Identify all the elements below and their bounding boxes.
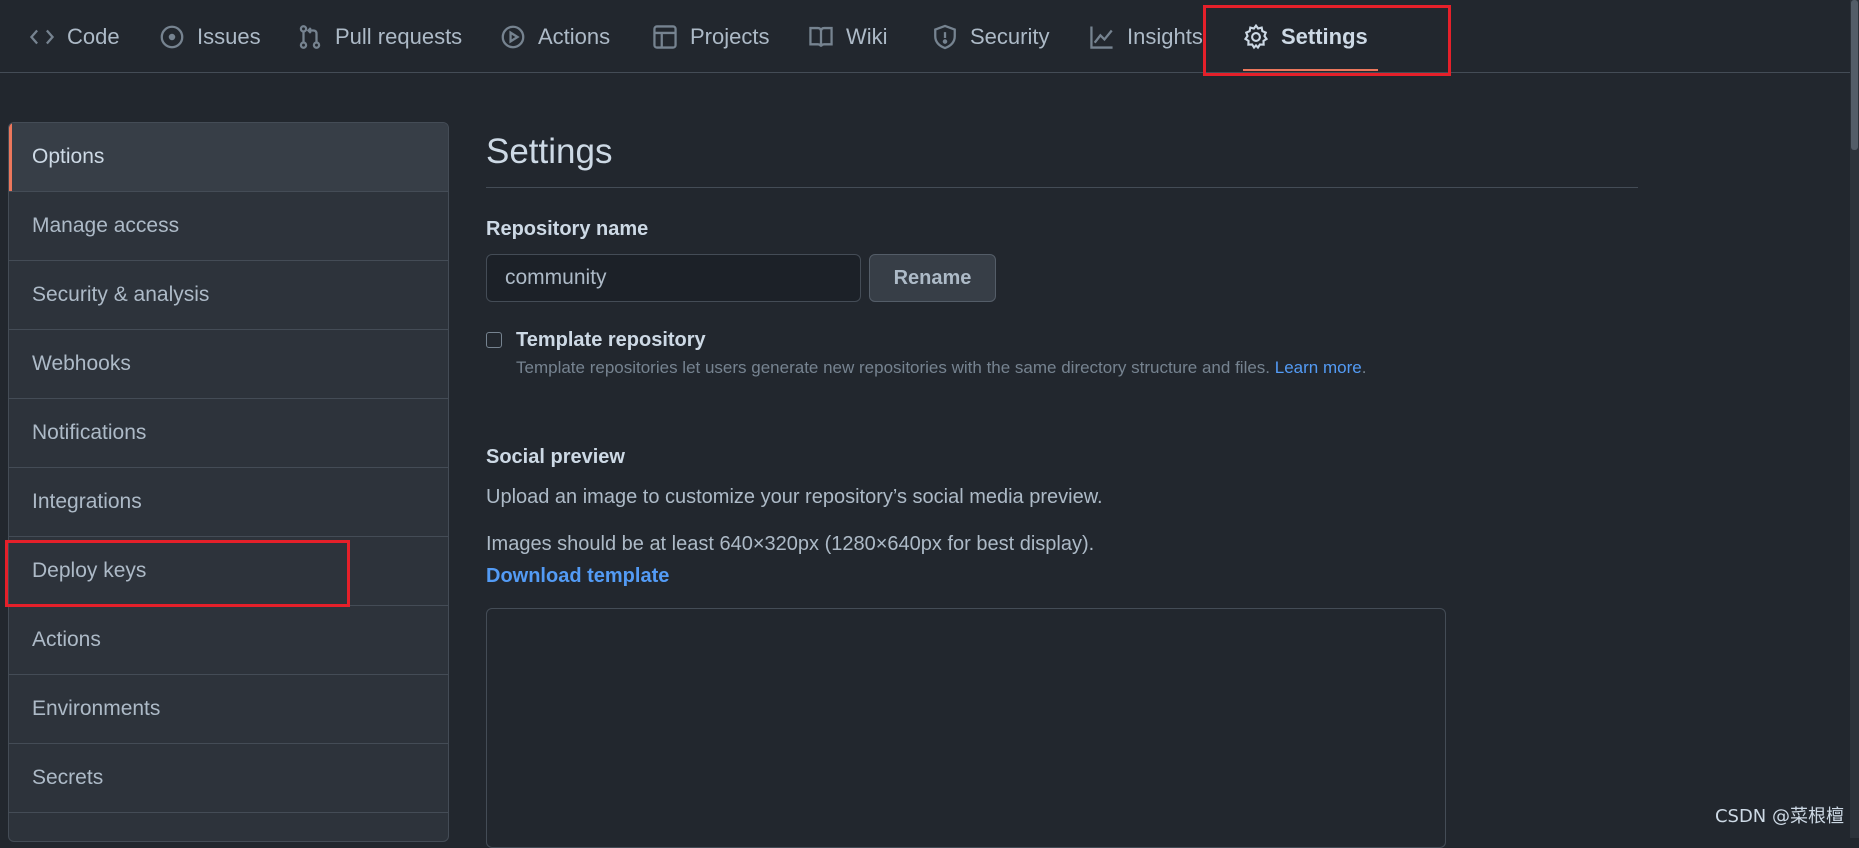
sidebar-item-integrations[interactable]: Integrations: [9, 468, 448, 537]
sidebar-item-security-analysis[interactable]: Security & analysis: [9, 261, 448, 330]
template-note-text: Template repositories let users generate…: [516, 358, 1271, 377]
gear-icon: [1243, 23, 1269, 50]
social-preview-description: Upload an image to customize your reposi…: [486, 486, 1103, 508]
tab-label: Wiki: [846, 23, 888, 49]
tab-label: Actions: [538, 23, 611, 49]
sidebar-item-actions[interactable]: Actions: [9, 606, 448, 675]
learn-more-link[interactable]: Learn more: [1275, 358, 1362, 377]
template-repository-label[interactable]: Template repository: [516, 329, 706, 352]
project-icon: [652, 24, 678, 50]
tab-wiki[interactable]: Wiki: [808, 0, 888, 73]
tab-label: Security: [970, 23, 1050, 49]
graph-icon: [1089, 24, 1115, 50]
sidebar-item-label: Integrations: [32, 490, 142, 513]
settings-sidebar: Options Manage access Security & analysi…: [8, 122, 449, 842]
sidebar-item-label: Actions: [32, 628, 101, 651]
sidebar-item-options[interactable]: Options: [9, 123, 448, 192]
sidebar-item-secrets[interactable]: Secrets: [9, 744, 448, 813]
repo-nav: Code Issues Pull requests Actions Projec…: [0, 0, 1859, 73]
tab-label: Insights: [1127, 23, 1203, 49]
tab-label: Projects: [690, 23, 770, 49]
tab-actions[interactable]: Actions: [500, 0, 610, 73]
social-preview-size-hint: Images should be at least 640×320px (128…: [486, 533, 1095, 555]
sidebar-item-label: Secrets: [32, 766, 104, 789]
sidebar-item-label: Webhooks: [32, 352, 131, 375]
sidebar-item-label: Options: [32, 145, 105, 168]
sidebar-item-deploy-keys[interactable]: Deploy keys: [9, 537, 448, 606]
sidebar-item-label: Manage access: [32, 214, 180, 237]
sidebar-item-webhooks[interactable]: Webhooks: [9, 330, 448, 399]
tab-issues[interactable]: Issues: [159, 0, 261, 73]
repository-name-label: Repository name: [486, 218, 649, 240]
book-icon: [808, 24, 834, 50]
shield-icon: [932, 24, 958, 50]
sidebar-item-manage-access[interactable]: Manage access: [9, 192, 448, 261]
sidebar-item-label: Notifications: [32, 421, 147, 444]
page-title: Settings: [486, 122, 1638, 188]
sidebar-item-label: Security & analysis: [32, 283, 210, 306]
download-template-link[interactable]: Download template: [486, 565, 669, 588]
watermark: CSDN @菜根檀: [1714, 806, 1844, 827]
settings-main: Settings Repository name Rename Template…: [486, 122, 1638, 848]
sidebar-item-notifications[interactable]: Notifications: [9, 399, 448, 468]
note-period: .: [1361, 358, 1367, 377]
tab-label: Issues: [197, 23, 261, 49]
scrollbar-thumb[interactable]: [1851, 0, 1858, 150]
template-repository-note: Template repositories let users generate…: [516, 358, 1366, 378]
repository-name-input[interactable]: [486, 254, 861, 302]
vertical-scrollbar[interactable]: [1850, 0, 1859, 838]
tab-label: Code: [67, 23, 120, 49]
social-preview-image-box[interactable]: [486, 608, 1446, 848]
social-preview-label: Social preview: [486, 446, 625, 468]
template-repository-checkbox[interactable]: [486, 332, 502, 348]
play-icon: [500, 24, 526, 50]
tab-code[interactable]: Code: [29, 0, 120, 73]
sidebar-item-environments[interactable]: Environments: [9, 675, 448, 744]
tab-settings[interactable]: Settings: [1243, 0, 1378, 73]
rename-button[interactable]: Rename: [869, 254, 996, 302]
tab-security[interactable]: Security: [932, 0, 1049, 73]
sidebar-item-label: Deploy keys: [32, 559, 147, 582]
issue-opened-icon: [159, 24, 185, 50]
tab-insights[interactable]: Insights: [1089, 0, 1203, 73]
tab-label: Settings: [1281, 23, 1368, 49]
tab-projects[interactable]: Projects: [652, 0, 769, 73]
sidebar-item-label: Environments: [32, 697, 161, 720]
tab-pull-requests[interactable]: Pull requests: [297, 0, 462, 73]
tab-label: Pull requests: [335, 23, 463, 49]
code-icon: [29, 24, 55, 50]
git-pull-request-icon: [297, 24, 323, 50]
